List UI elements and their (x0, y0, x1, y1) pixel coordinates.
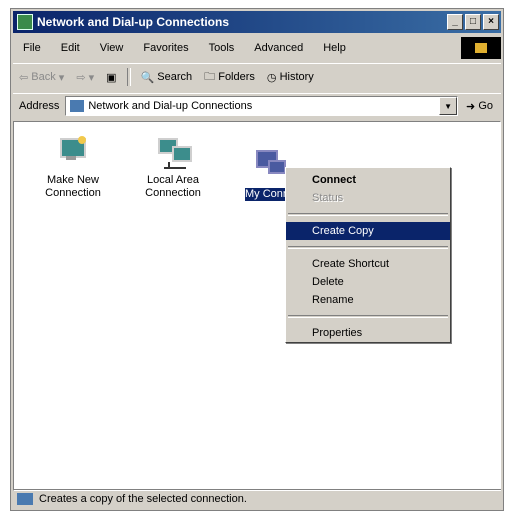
menu-separator (288, 213, 448, 216)
local-area-connection-icon (156, 136, 192, 170)
search-icon: 🔍 (140, 71, 158, 84)
address-bar: Address Network and Dial-up Connections … (13, 93, 501, 118)
search-button[interactable]: 🔍 Search (135, 71, 199, 84)
my-connection-icon (250, 150, 286, 184)
history-icon: ◷ (266, 71, 280, 84)
go-arrow-icon: ➜ (466, 100, 479, 113)
title-bar[interactable]: Network and Dial-up Connections _ □ × (13, 11, 501, 33)
back-button[interactable]: ⇦ Back ▾ (13, 71, 70, 84)
menu-item-create-copy[interactable]: Create Copy (286, 222, 450, 240)
maximize-button[interactable]: □ (465, 14, 481, 30)
close-button[interactable]: × (483, 14, 499, 30)
back-arrow-icon: ⇦ (19, 71, 32, 84)
search-label: Search (157, 71, 193, 83)
status-text: Creates a copy of the selected connectio… (39, 493, 247, 505)
chevron-down-icon: ▾ (85, 71, 95, 84)
status-bar: Creates a copy of the selected connectio… (13, 489, 501, 508)
toolbar-separator (126, 68, 131, 86)
local-area-connection-item[interactable]: Local Area Connection (130, 136, 216, 200)
item-label-selected[interactable]: My Conn (244, 188, 290, 201)
menu-item-properties[interactable]: Properties (286, 324, 450, 342)
menu-item-connect[interactable]: Connect (286, 171, 450, 189)
item-label-line2: Connection (145, 187, 201, 199)
menu-advanced[interactable]: Advanced (244, 42, 313, 54)
menu-file[interactable]: File (13, 42, 51, 54)
forward-button[interactable]: ⇨ ▾ (70, 71, 100, 84)
back-label: Back (31, 71, 56, 83)
windows-logo-throbber (461, 37, 501, 59)
address-value: Network and Dial-up Connections (88, 100, 253, 112)
go-label: Go (478, 100, 493, 112)
chevron-down-icon: ▾ (55, 71, 65, 84)
item-label-line1: Make New (47, 174, 99, 186)
network-folder-icon (17, 14, 33, 30)
menu-tools[interactable]: Tools (199, 42, 245, 54)
menu-item-delete[interactable]: Delete (286, 273, 450, 291)
standard-toolbar: ⇦ Back ▾ ⇨ ▾ ▣ 🔍 Search 🗀 Folders ◷ Hist… (13, 63, 501, 90)
make-new-connection-icon (56, 136, 90, 170)
menu-separator (288, 246, 448, 249)
chevron-down-icon[interactable]: ▼ (439, 97, 458, 115)
context-menu: Connect Status Create Copy Create Shortc… (285, 167, 451, 343)
folders-label: Folders (218, 71, 255, 83)
menu-help[interactable]: Help (313, 42, 356, 54)
item-label-line2: Connection (45, 187, 101, 199)
history-label: History (279, 71, 314, 83)
menu-separator (288, 315, 448, 318)
window-title: Network and Dial-up Connections (37, 15, 230, 29)
history-button[interactable]: ◷ History (261, 71, 320, 84)
network-connection-icon (17, 493, 33, 505)
make-new-connection-item[interactable]: Make New Connection (30, 136, 116, 200)
item-label-line1: Local Area (147, 174, 199, 186)
menu-view[interactable]: View (90, 42, 134, 54)
menu-bar: File Edit View Favorites Tools Advanced … (13, 37, 501, 59)
menu-favorites[interactable]: Favorites (133, 42, 198, 54)
menu-item-rename[interactable]: Rename (286, 291, 450, 309)
network-folder-icon (70, 100, 85, 112)
up-folder-button[interactable]: ▣ (100, 71, 122, 84)
menu-edit[interactable]: Edit (51, 42, 90, 54)
menu-item-create-shortcut[interactable]: Create Shortcut (286, 255, 450, 273)
address-field[interactable]: Network and Dial-up Connections ▼ (65, 96, 459, 116)
folders-button[interactable]: 🗀 Folders (198, 68, 261, 87)
go-button[interactable]: ➜ Go (458, 100, 501, 113)
forward-arrow-icon: ⇨ (76, 71, 86, 84)
menu-item-status[interactable]: Status (286, 189, 450, 207)
address-label: Address (19, 100, 60, 112)
up-folder-icon: ▣ (106, 71, 117, 84)
folders-icon: 🗀 (204, 70, 219, 83)
minimize-button[interactable]: _ (447, 14, 463, 30)
